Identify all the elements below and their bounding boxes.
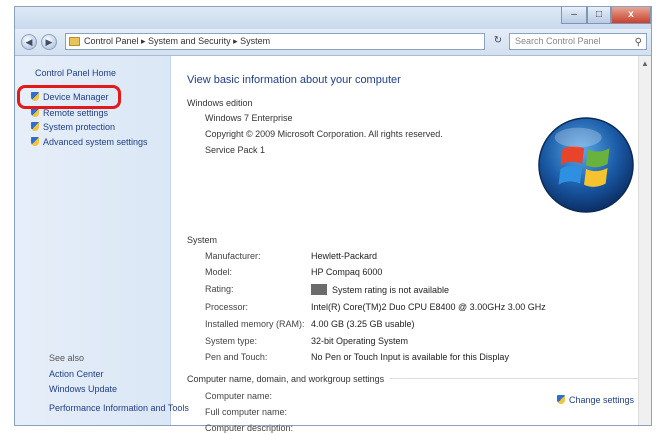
rating-label: Rating: xyxy=(205,284,234,294)
vertical-scrollbar[interactable]: ▲ xyxy=(638,56,651,425)
system-type-label: System type: xyxy=(205,336,258,346)
highlight-annotation xyxy=(17,85,121,109)
shield-icon xyxy=(31,122,39,131)
close-button[interactable]: x xyxy=(611,7,651,24)
processor-value: Intel(R) Core(TM)2 Duo CPU E8400 @ 3.00G… xyxy=(311,302,546,312)
minimize-button[interactable]: – xyxy=(561,7,587,24)
shield-icon xyxy=(31,108,39,117)
see-also-heading: See also xyxy=(49,353,85,363)
copyright-text: Copyright © 2009 Microsoft Corporation. … xyxy=(205,129,443,139)
service-pack: Service Pack 1 xyxy=(205,145,266,155)
rating-value[interactable]: System rating is not available xyxy=(311,284,449,295)
windows-logo xyxy=(538,117,634,213)
pen-touch-label: Pen and Touch: xyxy=(205,352,268,362)
shield-icon xyxy=(31,137,39,146)
advanced-system-settings-link[interactable]: Advanced system settings xyxy=(31,137,148,147)
navigation-bar: ◀ ▶ Control Panel ▸ System and Security … xyxy=(15,29,651,56)
computer-name-section-title: Computer name, domain, and workgroup set… xyxy=(187,374,391,384)
control-panel-icon xyxy=(69,37,80,46)
performance-info-link[interactable]: Performance Information and Tools xyxy=(49,403,189,413)
search-placeholder: Search Control Panel xyxy=(515,36,601,46)
system-section-title: System xyxy=(187,235,218,245)
page-title: View basic information about your comput… xyxy=(187,74,401,86)
edition-name: Windows 7 Enterprise xyxy=(205,113,293,123)
memory-label: Installed memory (RAM): xyxy=(205,319,305,329)
rating-icon xyxy=(311,284,327,295)
full-computer-name-label: Full computer name: xyxy=(205,407,288,417)
processor-label: Processor: xyxy=(205,302,249,312)
model-value: HP Compaq 6000 xyxy=(311,267,383,277)
main-content: View basic information about your comput… xyxy=(171,56,651,433)
back-button[interactable]: ◀ xyxy=(21,34,37,50)
scroll-up-icon[interactable]: ▲ xyxy=(641,59,649,68)
windows-edition-title: Windows edition xyxy=(187,98,253,108)
system-protection-link[interactable]: System protection xyxy=(31,122,115,132)
maximize-button[interactable]: □ xyxy=(587,7,611,24)
address-text: Control Panel ▸ System and Security ▸ Sy… xyxy=(84,36,271,46)
computer-name-label: Computer name: xyxy=(205,391,273,401)
magnifier-icon[interactable]: ⚲ xyxy=(635,35,642,50)
system-type-value: 32-bit Operating System xyxy=(311,336,409,346)
action-center-link[interactable]: Action Center xyxy=(49,369,104,379)
title-bar: – □ x xyxy=(15,7,651,29)
forward-button[interactable]: ▶ xyxy=(41,34,57,50)
computer-description-label: Computer description: xyxy=(205,423,294,433)
refresh-button[interactable]: ↻ xyxy=(489,33,507,50)
change-settings-button[interactable]: Change settings xyxy=(557,395,634,405)
shield-icon xyxy=(557,395,565,404)
address-bar[interactable]: Control Panel ▸ System and Security ▸ Sy… xyxy=(65,33,485,50)
model-label: Model: xyxy=(205,267,233,277)
windows-update-link[interactable]: Windows Update xyxy=(49,384,117,394)
manufacturer-value: Hewlett-Packard xyxy=(311,251,378,261)
remote-settings-link[interactable]: Remote settings xyxy=(31,108,108,118)
control-panel-home-link[interactable]: Control Panel Home xyxy=(35,68,116,78)
manufacturer-label: Manufacturer: xyxy=(205,251,261,261)
search-input[interactable]: Search Control Panel ⚲ xyxy=(509,33,647,50)
memory-value: 4.00 GB (3.25 GB usable) xyxy=(311,319,415,329)
system-window: – □ x ◀ ▶ Control Panel ▸ System and Sec… xyxy=(14,6,652,433)
pen-touch-value: No Pen or Touch Input is available for t… xyxy=(311,352,509,362)
